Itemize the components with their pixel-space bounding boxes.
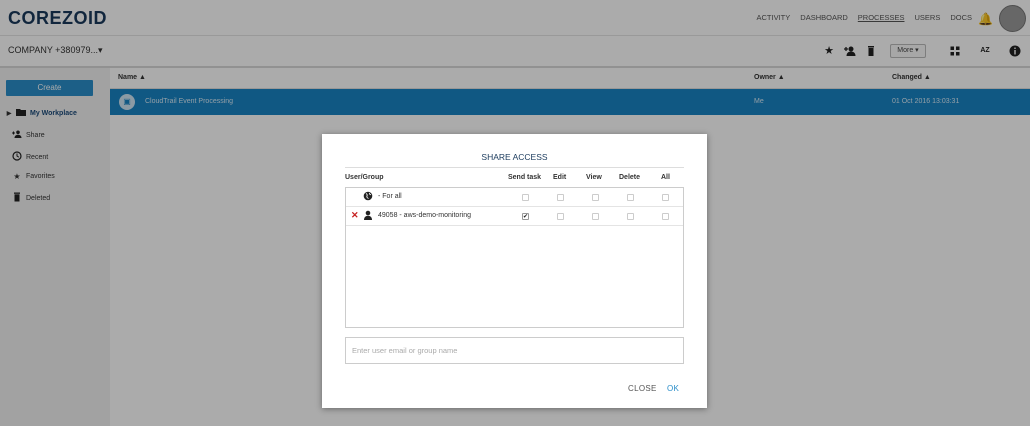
edit-checkbox[interactable] bbox=[557, 213, 564, 220]
divider bbox=[345, 167, 684, 168]
table-row: ✕ 49058 - aws-demo-monitoring ✔ bbox=[346, 207, 683, 226]
all-checkbox[interactable] bbox=[662, 194, 669, 201]
ok-button[interactable]: OK bbox=[667, 384, 679, 393]
user-group-name: - For all bbox=[378, 193, 402, 200]
table-row: - For all bbox=[346, 188, 683, 207]
user-icon bbox=[363, 210, 373, 223]
dialog-title: SHARE ACCESS bbox=[481, 152, 548, 162]
user-email-input[interactable] bbox=[345, 337, 684, 364]
all-checkbox[interactable] bbox=[662, 213, 669, 220]
column-all: All bbox=[661, 174, 670, 181]
edit-checkbox[interactable] bbox=[557, 194, 564, 201]
delete-checkbox[interactable] bbox=[627, 213, 634, 220]
remove-icon[interactable]: ✕ bbox=[351, 211, 359, 220]
user-group-name: 49058 - aws-demo-monitoring bbox=[378, 212, 471, 219]
column-user-group: User/Group bbox=[345, 174, 384, 181]
send-task-checkbox[interactable] bbox=[522, 194, 529, 201]
column-delete: Delete bbox=[619, 174, 641, 181]
view-checkbox[interactable] bbox=[592, 194, 599, 201]
column-edit: Edit bbox=[553, 174, 567, 181]
delete-checkbox[interactable] bbox=[627, 194, 634, 201]
globe-icon bbox=[363, 191, 373, 204]
share-access-dialog: SHARE ACCESS User/Group Send task Edit V… bbox=[322, 134, 707, 408]
access-table: - For all ✕ 49058 - aws-demo-monitoring … bbox=[345, 187, 684, 328]
close-button[interactable]: CLOSE bbox=[628, 384, 657, 393]
column-send-task: Send task bbox=[508, 174, 542, 181]
view-checkbox[interactable] bbox=[592, 213, 599, 220]
column-view: View bbox=[586, 174, 602, 181]
send-task-checkbox[interactable]: ✔ bbox=[522, 213, 529, 220]
